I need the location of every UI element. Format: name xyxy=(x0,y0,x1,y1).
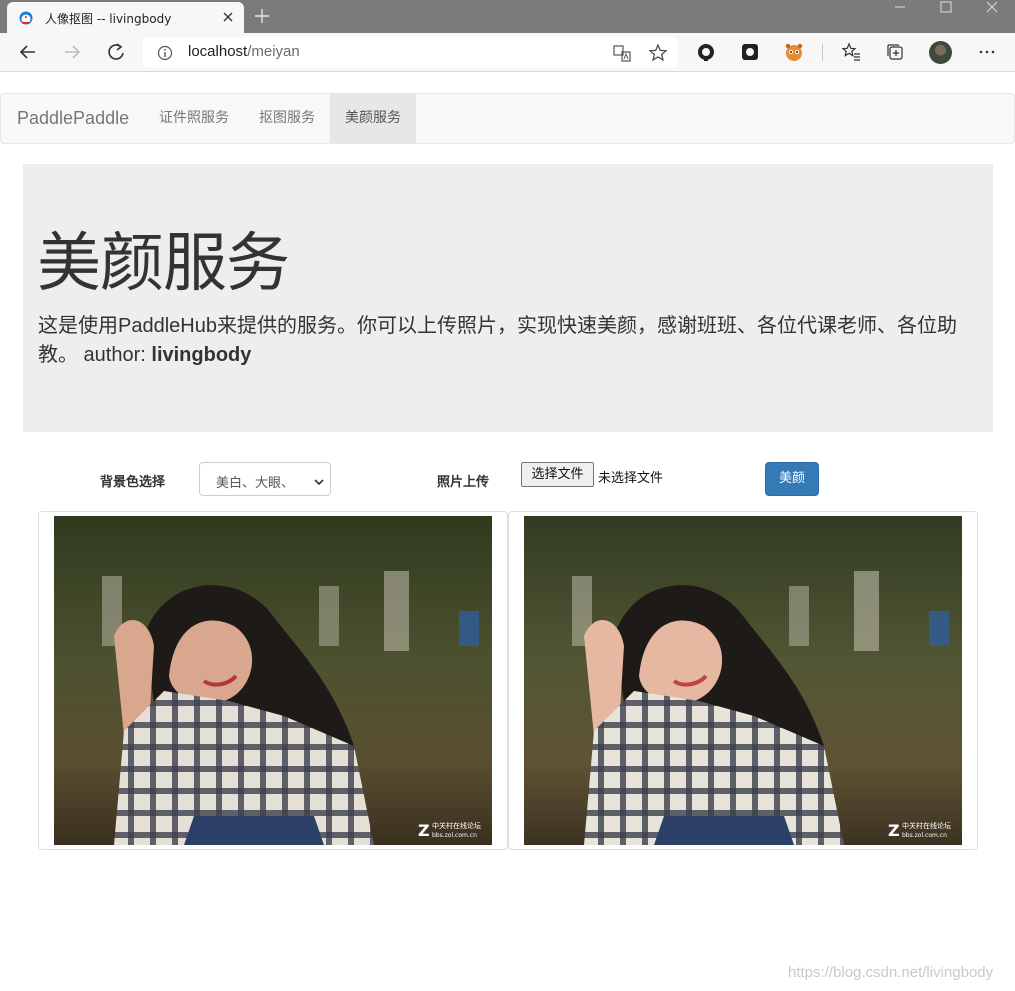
forward-arrow-icon[interactable] xyxy=(61,41,83,63)
author-name: livingbody xyxy=(151,344,252,366)
toolbar-separator xyxy=(822,44,823,61)
collections-icon[interactable] xyxy=(884,41,906,63)
maximize-icon[interactable] xyxy=(923,0,969,30)
url-path: /meiyan xyxy=(247,43,300,60)
site-info-icon[interactable] xyxy=(157,45,173,61)
nav-link-matting[interactable]: 抠图服务 xyxy=(244,94,330,143)
browser-tab[interactable]: 人像抠图 -- livingbody xyxy=(7,2,244,33)
page-description: 这是使用PaddleHub来提供的服务。你可以上传照片，实现快速美颜，感谢班班、… xyxy=(38,312,978,370)
svg-text:Z: Z xyxy=(888,821,900,840)
file-status: 未选择文件 xyxy=(598,471,664,486)
minimize-icon[interactable] xyxy=(877,0,923,30)
translate-icon[interactable] xyxy=(611,42,633,64)
jumbotron: 美颜服务 这是使用PaddleHub来提供的服务。你可以上传照片，实现快速美颜，… xyxy=(23,164,993,432)
choose-file-button[interactable]: 选择文件 xyxy=(521,462,594,487)
close-window-icon[interactable] xyxy=(969,0,1015,30)
github-icon[interactable] xyxy=(695,41,717,63)
upload-label: 照片上传 xyxy=(437,475,490,490)
address-bar[interactable]: localhost/meiyan xyxy=(143,37,678,68)
bg-color-selected: 美白、大眼、 xyxy=(216,476,295,491)
close-tab-icon[interactable] xyxy=(220,9,236,25)
photo-watermark-line1: 中关村在线论坛 xyxy=(902,821,951,830)
result-image-panel: 中关村在线论坛 bbs.zol.com.cn Z xyxy=(508,511,978,850)
original-photo: 中关村在线论坛 bbs.zol.com.cn Z xyxy=(54,516,492,845)
tampermonkey-icon[interactable] xyxy=(783,41,805,63)
result-photo: 中关村在线论坛 bbs.zol.com.cn Z xyxy=(524,516,962,845)
page-title: 美颜服务 xyxy=(37,227,290,301)
photo-watermark-line1: 中关村在线论坛 xyxy=(432,821,481,830)
url-host: localhost xyxy=(188,43,248,60)
favorites-icon[interactable] xyxy=(840,41,862,63)
new-tab-icon[interactable] xyxy=(252,6,272,26)
github-extension-icon[interactable] xyxy=(739,41,761,63)
nav-link-id-photo[interactable]: 证件照服务 xyxy=(144,94,244,143)
original-image-panel: 中关村在线论坛 bbs.zol.com.cn Z xyxy=(38,511,508,850)
site-navbar: PaddlePaddle 证件照服务 抠图服务 美颜服务 xyxy=(0,93,1015,144)
favorite-star-icon[interactable] xyxy=(647,42,669,64)
browser-toolbar: localhost/meiyan xyxy=(0,33,1015,72)
photo-watermark-line2: bbs.zol.com.cn xyxy=(432,832,477,839)
bg-color-label: 背景色选择 xyxy=(100,475,166,490)
bg-color-select[interactable]: 美白、大眼、 xyxy=(199,462,331,496)
back-arrow-icon[interactable] xyxy=(17,41,39,63)
svg-text:Z: Z xyxy=(418,821,430,840)
tab-title: 人像抠图 -- livingbody xyxy=(45,12,172,26)
chevron-down-icon xyxy=(314,475,324,486)
url-text: localhost/meiyan xyxy=(188,43,300,60)
csdn-watermark: https://blog.csdn.net/livingbody xyxy=(788,964,994,981)
nav-link-beauty[interactable]: 美颜服务 xyxy=(330,94,416,143)
browser-tabstrip: 人像抠图 -- livingbody xyxy=(0,0,1015,33)
refresh-icon[interactable] xyxy=(105,41,127,63)
more-options-icon[interactable] xyxy=(976,41,998,63)
navbar-brand[interactable]: PaddlePaddle xyxy=(17,108,129,129)
photo-watermark-line2: bbs.zol.com.cn xyxy=(902,832,947,839)
doraemon-favicon-icon xyxy=(19,10,33,25)
beautify-button[interactable]: 美颜 xyxy=(765,462,819,496)
profile-avatar[interactable] xyxy=(929,41,952,64)
